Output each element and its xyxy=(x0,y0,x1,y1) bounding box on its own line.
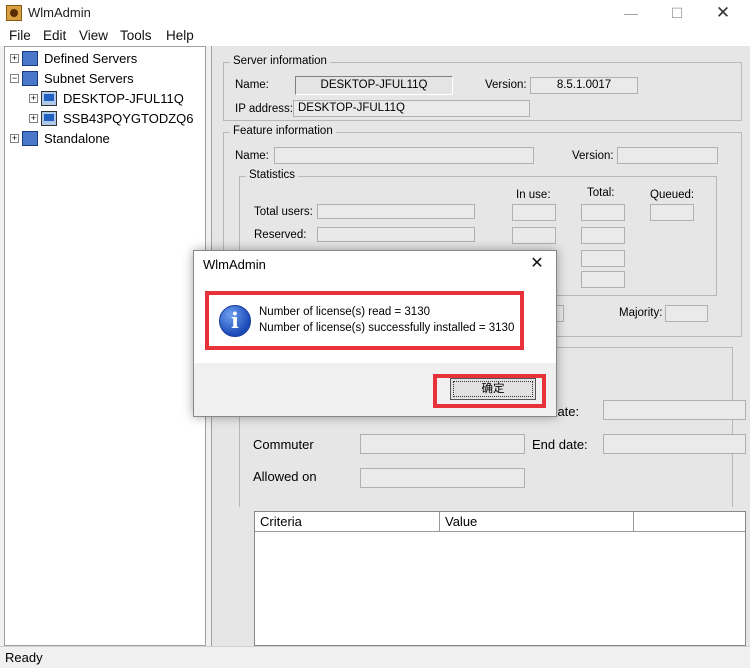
status-bar: Ready xyxy=(0,646,750,668)
tree-item-subnet-servers[interactable]: − Subnet Servers xyxy=(10,70,200,88)
commuter-field xyxy=(360,434,525,454)
menu-file[interactable]: File xyxy=(9,28,31,43)
dialog-title: WlmAdmin xyxy=(203,257,266,272)
group-legend: Server information xyxy=(230,55,330,67)
menu-help[interactable]: Help xyxy=(166,28,194,43)
in-use-label: In use: xyxy=(516,189,551,201)
tree-label: Subnet Servers xyxy=(44,71,134,86)
computer-icon xyxy=(41,91,57,106)
group-legend: Statistics xyxy=(246,169,299,181)
feature-version-field xyxy=(617,147,718,164)
total-users-field xyxy=(317,204,475,219)
expand-icon[interactable]: + xyxy=(10,134,19,143)
stat-total-field xyxy=(581,250,625,267)
server-name-label: Name: xyxy=(235,79,269,91)
computer-icon xyxy=(41,111,57,126)
tree-label: Defined Servers xyxy=(44,51,138,66)
version-label: Version: xyxy=(485,79,527,91)
majority-field xyxy=(665,305,708,322)
total-label: Total: xyxy=(587,187,615,199)
stat-total-field xyxy=(581,271,625,288)
column-header-value[interactable]: Value xyxy=(440,512,634,532)
app-icon xyxy=(6,5,22,21)
allowed-on-label: Allowed on xyxy=(253,469,317,484)
close-icon[interactable]: ✕ xyxy=(700,0,746,26)
feature-name-field xyxy=(274,147,534,164)
expand-icon[interactable]: + xyxy=(10,54,19,63)
status-text: Ready xyxy=(5,650,43,665)
menu-bar: File Edit View Tools Help xyxy=(0,26,750,46)
feature-version-label: Version: xyxy=(572,150,614,162)
tree-item-standalone[interactable]: + Standalone xyxy=(10,130,200,148)
menu-edit[interactable]: Edit xyxy=(43,28,66,43)
title-bar: WlmAdmin — ☐ ✕ xyxy=(0,0,750,26)
reserved-field xyxy=(317,227,475,242)
ip-address-label: IP address: xyxy=(235,103,293,115)
total-users-inuse-field xyxy=(512,204,556,221)
info-icon: i xyxy=(219,305,251,337)
collapse-icon[interactable]: − xyxy=(10,74,19,83)
ip-address-field: DESKTOP-JFUL11Q xyxy=(293,100,530,117)
close-icon[interactable]: ✕ xyxy=(524,253,550,275)
feature-name-label: Name: xyxy=(235,150,269,162)
network-icon xyxy=(22,51,38,66)
dialog-message-line1: Number of license(s) read = 3130 xyxy=(259,306,430,318)
majority-label: Majority: xyxy=(619,307,663,319)
server-tree: + Defined Servers − Subnet Servers + DES… xyxy=(4,46,206,646)
commuter-label: Commuter xyxy=(253,437,314,452)
ok-button[interactable]: 确定 xyxy=(450,378,536,400)
total-users-total-field xyxy=(581,204,625,221)
highlight-box-message xyxy=(205,291,524,350)
network-icon xyxy=(22,71,38,86)
menu-tools[interactable]: Tools xyxy=(120,28,152,43)
maximize-icon[interactable]: ☐ xyxy=(654,0,700,26)
expand-icon[interactable]: + xyxy=(29,114,38,123)
window-title: WlmAdmin xyxy=(28,5,91,20)
criteria-table[interactable]: Criteria Value xyxy=(254,511,746,646)
tree-item-server[interactable]: + SSB43PQYGTODZQ6 xyxy=(29,110,199,128)
queued-label: Queued: xyxy=(650,189,695,201)
end-date-field xyxy=(603,434,746,454)
tree-label: DESKTOP-JFUL11Q xyxy=(63,91,184,106)
tree-label: Standalone xyxy=(44,131,110,146)
reserved-inuse-field xyxy=(512,227,556,244)
expand-icon[interactable]: + xyxy=(29,94,38,103)
dialog-message-line2: Number of license(s) successfully instal… xyxy=(259,322,515,334)
column-header-criteria[interactable]: Criteria xyxy=(255,512,440,532)
total-users-label: Total users: xyxy=(254,206,313,218)
allowed-on-field xyxy=(360,468,525,488)
minimize-icon[interactable]: — xyxy=(608,0,654,26)
reserved-total-field xyxy=(581,227,625,244)
start-date-field xyxy=(603,400,746,420)
network-icon xyxy=(22,131,38,146)
tree-item-server[interactable]: + DESKTOP-JFUL11Q xyxy=(29,90,199,108)
group-legend: Feature information xyxy=(230,125,336,137)
menu-view[interactable]: View xyxy=(79,28,108,43)
total-users-queued-field xyxy=(650,204,694,221)
version-field: 8.5.1.0017 xyxy=(530,77,638,94)
reserved-label: Reserved: xyxy=(254,229,307,241)
tree-label: SSB43PQYGTODZQ6 xyxy=(63,111,194,126)
tree-item-defined-servers[interactable]: + Defined Servers xyxy=(10,50,200,68)
end-date-label: End date: xyxy=(532,437,588,452)
column-header-empty[interactable] xyxy=(634,512,745,532)
server-name-field: DESKTOP-JFUL11Q xyxy=(295,76,453,95)
